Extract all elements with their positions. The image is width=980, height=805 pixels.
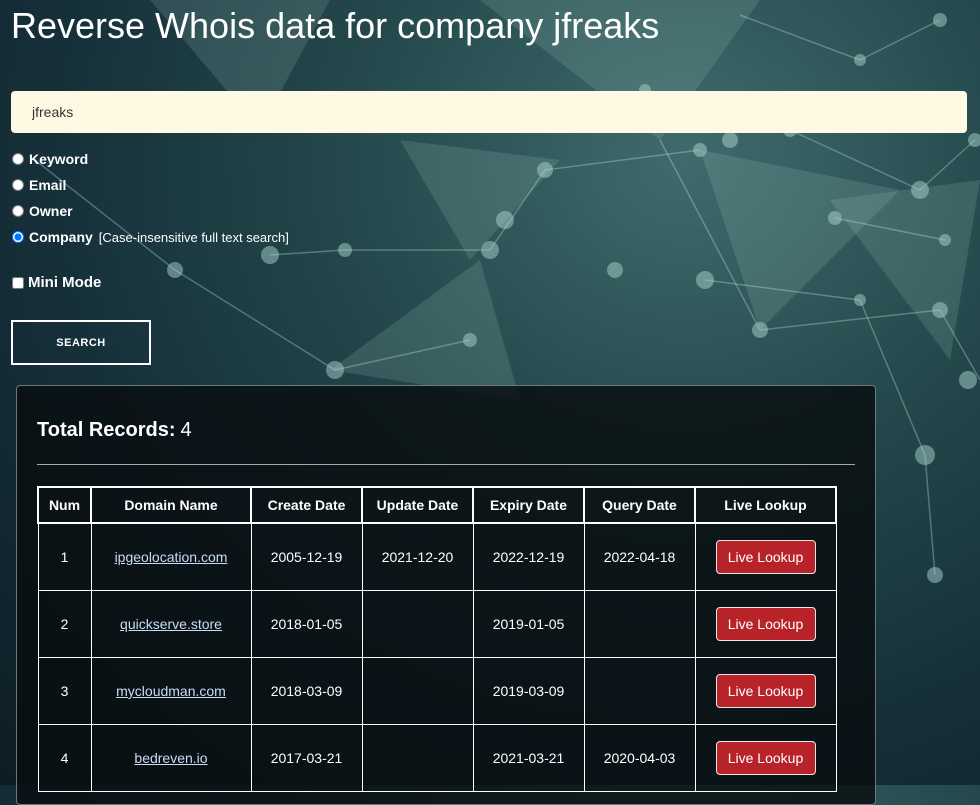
radio-keyword[interactable]: Keyword [11,146,289,172]
lookup-cell: Live Lookup [694,590,837,658]
domain-cell: mycloudman.com [90,657,252,725]
expiry-date: 2019-03-09 [472,657,585,725]
expiry-date: 2021-03-21 [472,724,585,792]
radio-email-input[interactable] [12,179,24,191]
domain-link[interactable]: ipgeolocation.com [115,549,228,565]
create-date: 2018-01-05 [250,590,363,658]
expiry-date: 2022-12-19 [472,522,585,591]
query-date [583,657,696,725]
update-date [361,590,474,658]
col-create-header: Create Date [250,486,363,524]
col-query-header: Query Date [583,486,696,524]
update-date [361,724,474,792]
update-date: 2021-12-20 [361,522,474,591]
domain-link[interactable]: mycloudman.com [116,683,226,699]
table-row: 1 ipgeolocation.com 2005-12-19 2021-12-2… [37,522,837,591]
radio-owner-input[interactable] [12,205,24,217]
update-date [361,657,474,725]
search-input[interactable] [11,91,967,133]
create-date: 2018-03-09 [250,657,363,725]
lookup-cell: Live Lookup [694,522,837,591]
radio-company-label: Company [29,229,93,245]
create-date: 2017-03-21 [250,724,363,792]
query-date: 2020-04-03 [583,724,696,792]
domain-cell: quickserve.store [90,590,252,658]
mini-mode-checkbox[interactable] [12,276,24,289]
col-update-header: Update Date [361,486,474,524]
radio-email-label: Email [29,177,67,193]
radio-company-input[interactable] [12,231,24,243]
col-expiry-header: Expiry Date [472,486,585,524]
lookup-cell: Live Lookup [694,724,837,792]
radio-keyword-label: Keyword [29,151,89,167]
table-row: 4 bedreven.io 2017-03-21 2021-03-21 2020… [37,724,837,792]
expiry-date: 2019-01-05 [472,590,585,658]
query-date: 2022-04-18 [583,522,696,591]
live-lookup-button[interactable]: Live Lookup [715,607,816,641]
total-records: Total Records: 4 [37,419,192,442]
table-row: 2 quickserve.store 2018-01-05 2019-01-05… [37,590,837,658]
page-title: Reverse Whois data for company jfreaks [11,5,660,46]
radio-keyword-input[interactable] [12,153,24,165]
search-button[interactable]: SEARCH [11,320,151,365]
search-type-group: Keyword Email Owner Company [Case-insens… [11,146,289,250]
col-lookup-header: Live Lookup [694,486,837,524]
total-records-count: 4 [180,419,192,441]
live-lookup-button[interactable]: Live Lookup [715,540,816,574]
company-search-hint: [Case-insensitive full text search] [98,229,289,245]
radio-company[interactable]: Company [Case-insensitive full text sear… [11,224,289,250]
radio-owner[interactable]: Owner [11,198,289,224]
mini-mode-toggle[interactable]: Mini Mode [11,274,101,291]
query-date [583,590,696,658]
create-date: 2005-12-19 [250,522,363,591]
domain-link[interactable]: quickserve.store [120,616,222,632]
col-num-header: Num [37,486,92,524]
live-lookup-button[interactable]: Live Lookup [715,674,816,708]
col-domain-header: Domain Name [90,486,252,524]
results-table: Num Domain Name Create Date Update Date … [37,486,837,792]
radio-email[interactable]: Email [11,172,289,198]
row-num: 1 [37,522,92,591]
table-header-row: Num Domain Name Create Date Update Date … [37,486,837,524]
divider [37,464,855,465]
row-num: 2 [37,590,92,658]
domain-cell: ipgeolocation.com [90,522,252,591]
mini-mode-label: Mini Mode [28,274,102,291]
total-records-label: Total Records: [37,419,176,441]
lookup-cell: Live Lookup [694,657,837,725]
row-num: 3 [37,657,92,725]
table-row: 3 mycloudman.com 2018-03-09 2019-03-09 L… [37,657,837,725]
live-lookup-button[interactable]: Live Lookup [715,741,816,775]
domain-cell: bedreven.io [90,724,252,792]
results-panel: Total Records: 4 Num Domain Name Create D… [16,385,876,805]
radio-owner-label: Owner [29,203,73,219]
row-num: 4 [37,724,92,792]
domain-link[interactable]: bedreven.io [134,750,207,766]
